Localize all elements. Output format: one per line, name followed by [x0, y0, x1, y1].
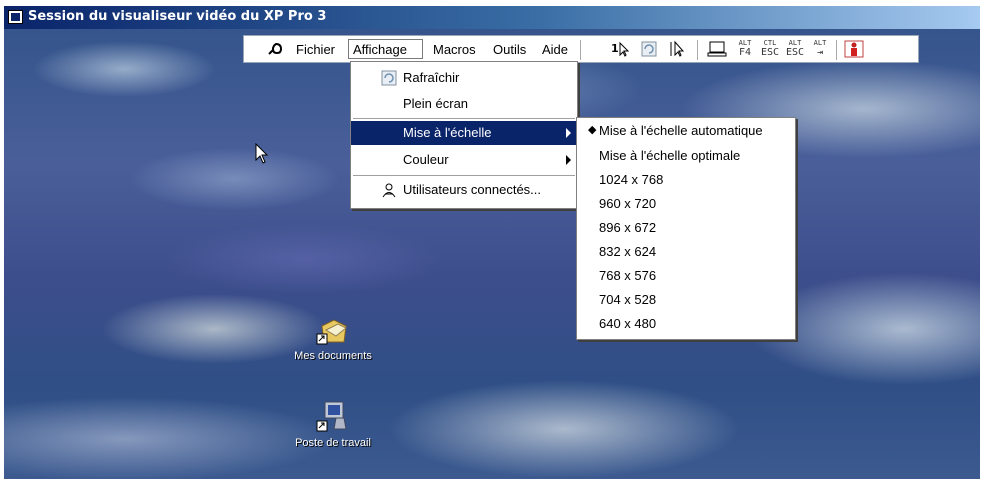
menu-outils[interactable]: Outils [493, 42, 526, 57]
menu-item-scale-auto[interactable]: ◆ Mise à l'échelle automatique [577, 119, 795, 143]
checked-bullet-icon: ◆ [588, 124, 597, 136]
menu-item-label: 1024 x 768 [599, 172, 664, 187]
menu-item-scale-1024[interactable]: 1024 x 768 [577, 168, 795, 192]
menu-item-label: Mise à l'échelle automatique [599, 123, 763, 138]
window-title: Session du visualiseur vidéo du XP Pro 3 [28, 9, 327, 24]
computer-toolbar-icon[interactable] [707, 40, 727, 58]
menu-item-label: 896 x 672 [599, 220, 657, 235]
menu-item-utilisateurs-connectes[interactable]: Utilisateurs connectés... [351, 178, 577, 202]
menu-macros[interactable]: Macros [433, 42, 476, 57]
user-session-icon[interactable] [844, 40, 864, 58]
title-bar[interactable]: Session du visualiseur vidéo du XP Pro 3 [4, 6, 980, 29]
menu-item-scale-896[interactable]: 896 x 672 [577, 216, 795, 240]
mouse-cursor-icon [255, 143, 269, 164]
menu-item-label: 960 x 720 [599, 196, 657, 211]
viewer-window: Session du visualiseur vidéo du XP Pro 3… [0, 0, 989, 484]
connection-icon[interactable] [266, 40, 286, 58]
menu-item-scale-optimal[interactable]: Mise à l'échelle optimale [577, 144, 795, 168]
alt-esc-key-icon[interactable]: ALT ESC [785, 39, 805, 59]
menu-item-scale-832[interactable]: 832 x 624 [577, 240, 795, 264]
menu-item-label: 640 x 480 [599, 316, 657, 331]
toolbar-separator [580, 40, 581, 60]
menu-item-label: 704 x 528 [599, 292, 657, 307]
refresh-icon [381, 70, 397, 86]
alt-f4-key-icon[interactable]: ALT F4 [735, 39, 755, 59]
desktop-icon-poste-de-travail[interactable]: Poste de travail [288, 399, 378, 449]
menu-item-mise-a-l-echelle[interactable]: Mise à l'échelle [351, 121, 577, 145]
folder-icon [316, 312, 350, 346]
desktop-icon-label: Mes documents [294, 350, 372, 362]
computer-icon [316, 399, 350, 433]
menu-separator [353, 175, 575, 177]
dual-cursor-icon[interactable] [668, 40, 688, 58]
menu-item-label: Couleur [403, 152, 449, 167]
submenu-arrow-icon [566, 128, 571, 138]
toolbar-separator [697, 40, 698, 60]
svg-text:1: 1 [611, 42, 619, 55]
scale-submenu: ◆ Mise à l'échelle automatique Mise à l'… [576, 117, 796, 340]
menu-item-couleur[interactable]: Couleur [351, 148, 577, 172]
menu-affichage[interactable]: Affichage [353, 42, 407, 57]
menu-item-label: 832 x 624 [599, 244, 657, 259]
menu-item-label: Rafraîchir [403, 70, 460, 85]
menu-item-rafraichir[interactable]: Rafraîchir [351, 66, 577, 90]
menu-separator [353, 118, 575, 120]
menu-item-label: Mise à l'échelle [403, 125, 492, 140]
submenu-arrow-icon [566, 155, 571, 165]
menu-item-scale-960[interactable]: 960 x 720 [577, 192, 795, 216]
users-icon [381, 182, 397, 198]
menu-item-label: 768 x 576 [599, 268, 657, 283]
menu-item-scale-640[interactable]: 640 x 480 [577, 312, 795, 336]
toolbar-separator [836, 40, 837, 60]
alt-tab-key-icon[interactable]: ALT ⇥ [810, 39, 830, 59]
menu-fichier[interactable]: Fichier [296, 42, 335, 57]
affichage-menu: Rafraîchir Plein écran Mise à l'échelle … [350, 61, 578, 209]
menu-item-plein-ecran[interactable]: Plein écran [351, 92, 577, 116]
menu-item-label: Utilisateurs connectés... [403, 182, 542, 197]
desktop-icon-mes-documents[interactable]: Mes documents [288, 312, 378, 362]
ctl-esc-key-icon[interactable]: CTL ESC [760, 39, 780, 59]
refresh-toolbar-icon[interactable] [640, 40, 660, 58]
single-cursor-icon[interactable]: 1 [611, 40, 631, 58]
menu-item-scale-704[interactable]: 704 x 528 [577, 288, 795, 312]
window-icon[interactable] [8, 10, 23, 24]
menu-aide[interactable]: Aide [542, 42, 568, 57]
menu-item-label: Plein écran [403, 96, 469, 111]
desktop-icon-label: Poste de travail [295, 437, 371, 449]
menu-item-scale-768[interactable]: 768 x 576 [577, 264, 795, 288]
menu-item-label: Mise à l'échelle optimale [599, 148, 741, 163]
remote-toolbar: Fichier Affichage Macros Outils Aide 1 A… [243, 35, 919, 63]
